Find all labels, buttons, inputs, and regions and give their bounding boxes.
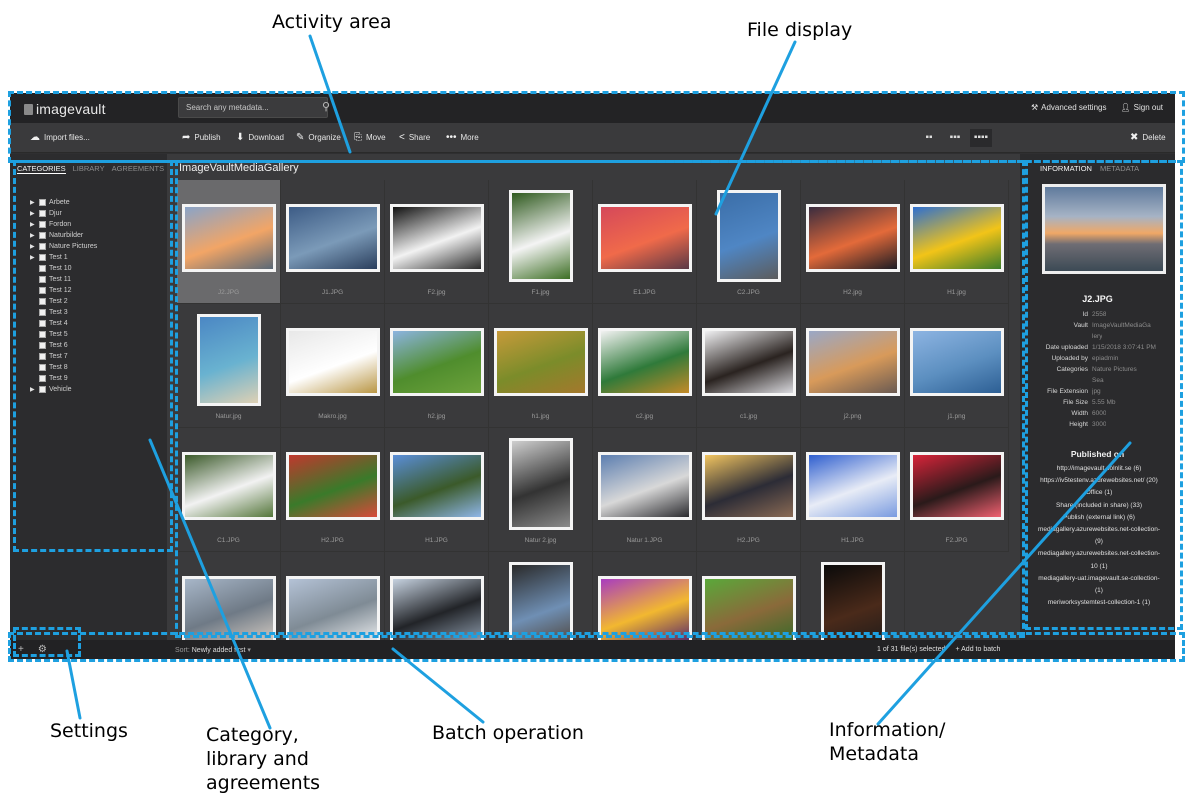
callout-category-line-3: agreements	[206, 771, 321, 794]
callout-information: Information/ Metadata	[829, 719, 945, 767]
callout-settings: Settings	[50, 720, 128, 742]
callout-file-display: File display	[747, 19, 853, 41]
file-display-outline	[175, 160, 1025, 638]
callout-activity-area: Activity area	[272, 11, 392, 33]
settings-area-outline	[13, 627, 81, 657]
callout-information-line-1: Information/	[829, 719, 946, 741]
callout-category-line-1: Category,	[206, 724, 299, 746]
batch-area-outline	[8, 632, 1185, 662]
callout-batch-operation: Batch operation	[432, 722, 584, 744]
callout-category-line-2: library and	[206, 747, 309, 770]
callout-information-line-2: Metadata	[829, 742, 919, 765]
category-area-outline	[13, 160, 173, 552]
annotated-screenshot: Activity area File display Settings Cate…	[0, 0, 1186, 802]
activity-area-outline	[8, 91, 1185, 163]
information-area-outline	[1025, 160, 1183, 630]
callout-category: Category, library and agreements	[206, 724, 320, 795]
